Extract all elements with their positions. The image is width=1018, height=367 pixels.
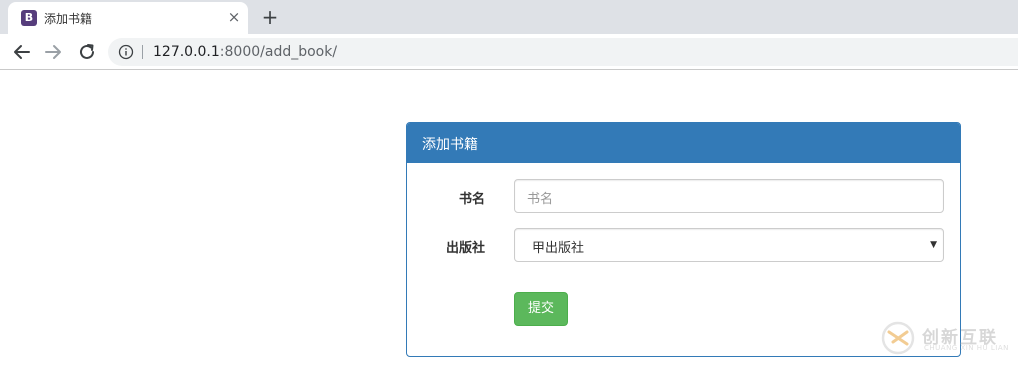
watermark-logo-icon: [881, 321, 915, 355]
browser-tab[interactable]: B 添加书籍 ×: [8, 2, 248, 34]
new-tab-button[interactable]: +: [258, 5, 282, 29]
submit-button[interactable]: 提交: [514, 292, 568, 326]
book-name-label: 书名: [458, 192, 485, 207]
info-icon[interactable]: [118, 44, 134, 60]
close-tab-icon[interactable]: ×: [225, 8, 243, 26]
browser-toolbar: 127.0.0.1:8000/add_book/: [0, 34, 1018, 70]
publisher-label: 出版社: [445, 241, 485, 256]
add-book-panel: 添加书籍 书名 书名 出版社 甲出版社 ▼ 提交: [406, 122, 961, 357]
watermark-subtext: CHUANG XIN HU LIAN: [924, 344, 1009, 352]
url-text[interactable]: 127.0.0.1:8000/add_book/: [153, 44, 337, 60]
dropdown-caret-icon: ▼: [930, 240, 937, 250]
tab-bar: B 添加书籍 × +: [0, 0, 1018, 34]
tab-title: 添加书籍: [44, 12, 93, 26]
book-name-placeholder: 书名: [527, 192, 554, 207]
url-host: 127.0.0.1: [153, 44, 220, 60]
panel-title: 添加书籍: [407, 123, 960, 163]
forward-arrow-icon[interactable]: [40, 39, 66, 65]
back-arrow-icon[interactable]: [9, 39, 35, 65]
address-bar[interactable]: 127.0.0.1:8000/add_book/: [108, 38, 1018, 66]
address-separator: [142, 45, 143, 59]
watermark: 创新互联 CHUANG XIN HU LIAN: [880, 318, 1015, 358]
reload-icon[interactable]: [74, 39, 100, 65]
publisher-selected-value: 甲出版社: [532, 241, 585, 256]
book-name-input[interactable]: 书名: [514, 179, 944, 213]
url-path: :8000/add_book/: [219, 44, 338, 60]
bootstrap-favicon-icon: B: [21, 10, 37, 26]
publisher-select[interactable]: 甲出版社 ▼: [514, 228, 944, 262]
